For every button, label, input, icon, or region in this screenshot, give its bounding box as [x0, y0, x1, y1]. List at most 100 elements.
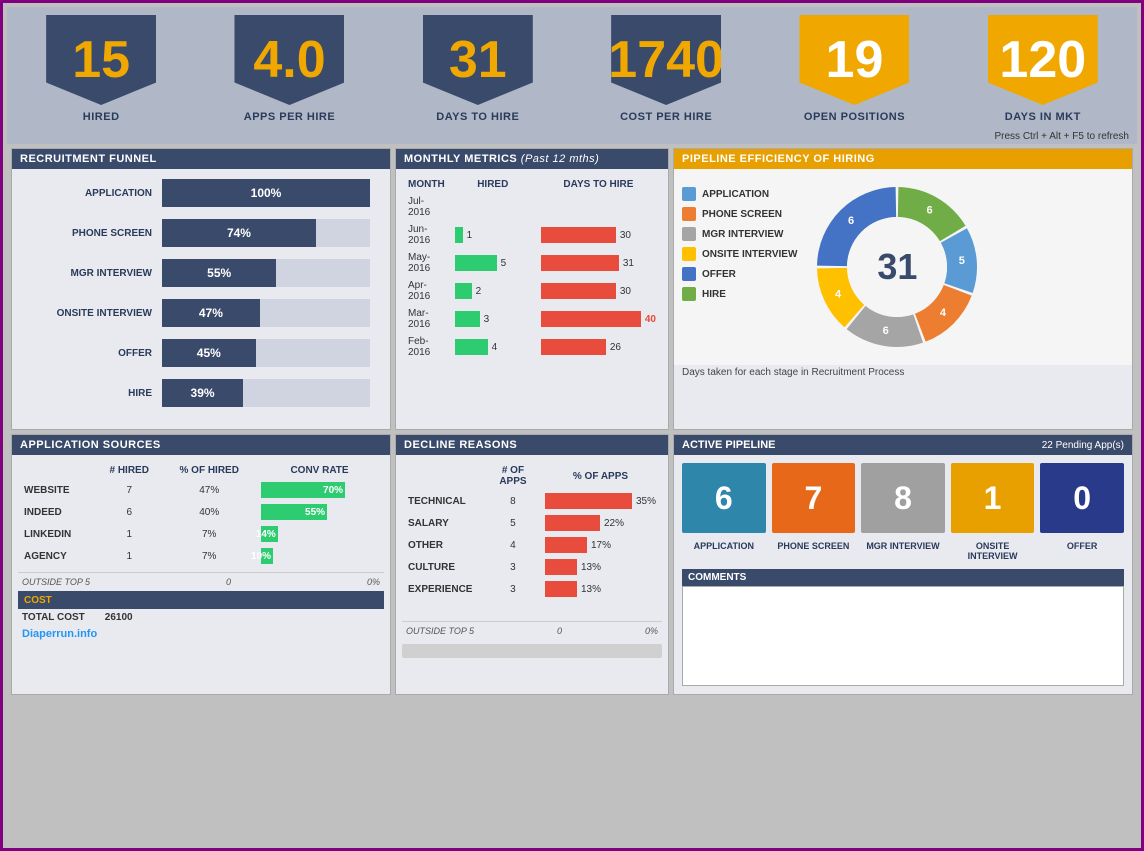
metrics-th-month: MONTH — [404, 177, 449, 192]
decline-panel: DECLINE REASONS # OF APPS % OF APPS TECH… — [395, 434, 669, 695]
donut-segment-label: 4 — [940, 307, 947, 319]
comments-header: COMMENTS — [682, 569, 1124, 586]
pipeline-legend-item: HIRE — [682, 287, 797, 301]
decline-header: DECLINE REASONS — [396, 435, 668, 455]
pipeline-header: PIPELINE EFFICIENCY OF HIRING — [674, 149, 1132, 169]
sources-footer-label: OUTSIDE TOP 5 — [22, 577, 90, 587]
kpi-value: 1740 — [608, 34, 724, 86]
funnel-header: RECRUITMENT FUNNEL — [12, 149, 390, 169]
donut-container: 654646 31 — [807, 177, 987, 357]
pipeline-card-onsite-interview: 1 — [951, 463, 1035, 533]
funnel-bar: 39% — [162, 379, 243, 407]
dec-th-apps: # OF APPS — [487, 463, 539, 489]
src-th-hired: # HIRED — [97, 463, 161, 478]
funnel-bar-value: 55% — [207, 266, 231, 280]
active-pipeline-header: ACTIVE PIPELINE 22 Pending App(s) — [674, 435, 1132, 455]
funnel-row: HIRE 39% — [32, 379, 370, 407]
kpi-badge: 1740 — [611, 15, 721, 105]
donut-center-value: 31 — [877, 246, 917, 288]
funnel-row-label: OFFER — [32, 348, 162, 359]
funnel-bar: 100% — [162, 179, 370, 207]
dec-cell-reason: SALARY — [404, 513, 485, 533]
metrics-cell-hired: 1 — [451, 222, 535, 248]
pipeline-card-label-onsite-interview: ONSITE INTERVIEW — [951, 541, 1035, 561]
pipeline-legend-item: OFFER — [682, 267, 797, 281]
src-th-source — [20, 463, 95, 478]
src-cell-pct: 7% — [163, 546, 255, 566]
metrics-table: MONTH HIRED DAYS TO HIRE Jul-2016 Jun-20… — [402, 175, 662, 362]
funnel-bar-value: 39% — [191, 386, 215, 400]
funnel-bar: 47% — [162, 299, 260, 327]
src-cell-conv: 10% — [257, 546, 382, 566]
legend-label: ONSITE INTERVIEW — [702, 249, 797, 260]
dec-cell-reason: EXPERIENCE — [404, 579, 485, 599]
funnel-row-label: HIRE — [32, 388, 162, 399]
legend-label: HIRE — [702, 289, 726, 300]
metrics-cell-days: 30 — [537, 222, 660, 248]
decline-footer-apps: 0 — [557, 626, 562, 636]
dec-cell-apps: 5 — [487, 513, 539, 533]
src-cell-hired: 6 — [97, 502, 161, 522]
decline-row: CULTURE 3 13% — [404, 557, 660, 577]
src-cell-pct: 7% — [163, 524, 255, 544]
watermark: Diaperrun.info — [18, 626, 101, 642]
sources-table: # HIRED % OF HIRED CONV RATE WEBSITE 7 4… — [18, 461, 384, 568]
src-cell-conv: 55% — [257, 502, 382, 522]
funnel-row-label: ONSITE INTERVIEW — [32, 308, 162, 319]
kpi-label: OPEN POSITIONS — [804, 111, 905, 129]
funnel-bar-value: 100% — [251, 186, 282, 200]
kpi-badge: 19 — [799, 15, 909, 105]
pipeline-subtitle: Days taken for each stage in Recruitment… — [674, 365, 1132, 382]
legend-label: APPLICATION — [702, 189, 769, 200]
kpi-label: DAYS IN MKT — [1005, 111, 1081, 129]
cost-section: COST — [18, 591, 384, 609]
kpi-days-in-mkt: 120 DAYS IN MKT — [949, 15, 1137, 129]
legend-color-dot — [682, 227, 696, 241]
legend-label: MGR INTERVIEW — [702, 229, 783, 240]
metrics-cell-days: 40 — [537, 306, 660, 332]
funnel-row-label: PHONE SCREEN — [32, 228, 162, 239]
kpi-hired: 15 HIRED — [7, 15, 195, 129]
legend-color-dot — [682, 267, 696, 281]
pipeline-card-label-application: APPLICATION — [682, 541, 766, 561]
decline-scrollbar — [402, 644, 662, 658]
kpi-days-to-hire: 31 DAYS TO HIRE — [384, 15, 572, 129]
src-cell-hired: 7 — [97, 480, 161, 500]
pipeline-body: APPLICATION PHONE SCREEN MGR INTERVIEW O… — [674, 169, 1132, 365]
metrics-cell-month: May-2016 — [404, 250, 449, 276]
dec-cell-pct: 35% — [541, 491, 660, 511]
funnel-bar-bg: 74% — [162, 219, 370, 247]
funnel-bar-value: 45% — [197, 346, 221, 360]
pipeline-legend-item: ONSITE INTERVIEW — [682, 247, 797, 261]
kpi-strip: 15 HIRED 4.0 APPS PER HIRE 31 DAYS TO HI… — [7, 7, 1137, 129]
dec-cell-pct: 22% — [541, 513, 660, 533]
pipeline-card-phone-screen: 7 — [772, 463, 856, 533]
main-content-row1: RECRUITMENT FUNNEL APPLICATION 100% PHON… — [7, 144, 1137, 434]
src-cell-source: AGENCY — [20, 546, 95, 566]
src-th-conv: CONV RATE — [257, 463, 382, 478]
pipeline-legend-item: APPLICATION — [682, 187, 797, 201]
decline-row: TECHNICAL 8 35% — [404, 491, 660, 511]
src-th-pct: % OF HIRED — [163, 463, 255, 478]
metrics-cell-month: Feb-2016 — [404, 334, 449, 360]
kpi-apps-per-hire: 4.0 APPS PER HIRE — [195, 15, 383, 129]
src-cell-source: LINKEDIN — [20, 524, 95, 544]
funnel-row: OFFER 45% — [32, 339, 370, 367]
metrics-header: MONTHLY METRICS (Past 12 mths) — [396, 149, 668, 169]
funnel-bar-value: 47% — [199, 306, 223, 320]
src-cell-pct: 47% — [163, 480, 255, 500]
dec-cell-reason: TECHNICAL — [404, 491, 485, 511]
metrics-row: May-2016 5 31 — [404, 250, 660, 276]
pipeline-card-application: 6 — [682, 463, 766, 533]
funnel-row: ONSITE INTERVIEW 47% — [32, 299, 370, 327]
funnel-bar: 45% — [162, 339, 256, 367]
pipeline-legend-item: MGR INTERVIEW — [682, 227, 797, 241]
pipeline-legend-item: PHONE SCREEN — [682, 207, 797, 221]
legend-label: PHONE SCREEN — [702, 209, 782, 220]
kpi-value: 19 — [826, 34, 884, 86]
funnel-row: APPLICATION 100% — [32, 179, 370, 207]
total-cost-label: TOTAL COST — [22, 612, 85, 623]
dec-cell-apps: 3 — [487, 579, 539, 599]
donut-segment-label: 6 — [848, 215, 854, 227]
src-cell-hired: 1 — [97, 524, 161, 544]
